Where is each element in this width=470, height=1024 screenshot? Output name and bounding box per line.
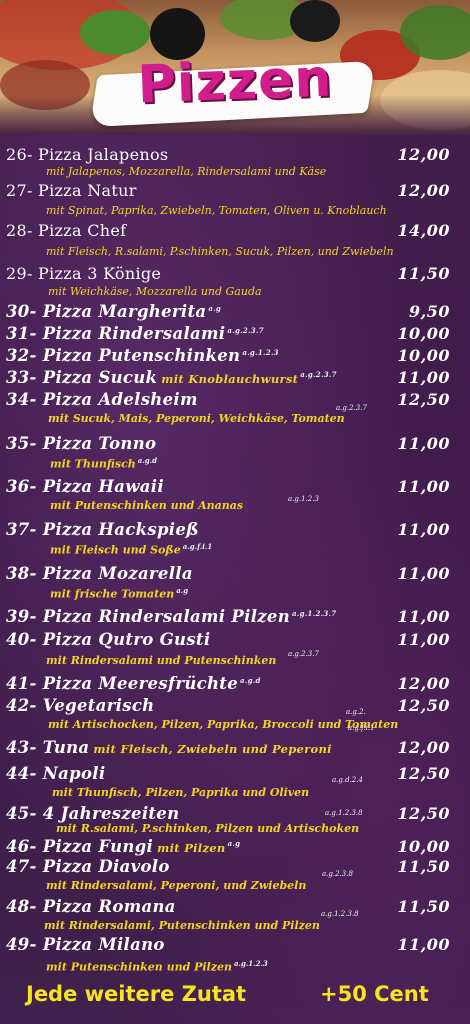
additive-code: a.g.2.3.8 [322,870,353,878]
menu-item-name: 49- Pizza Milano [6,935,165,954]
additive-code: a.g.d [240,675,261,685]
menu-item-description: mit Sucuk, Mais, Peperoni, Weichkäse, To… [48,412,345,425]
menu-item-description: mit Thunfisch a.g.d [50,456,157,471]
menu-item-price: 12,50 [397,390,450,409]
pizza-header-image: Pizzen [0,0,470,135]
menu-item-price: 11,00 [397,564,450,583]
menu-item-description: mit Artischocken, Pilzen, Paprika, Brocc… [48,718,399,731]
extra-topping-label: Jede weitere Zutat [26,982,247,1006]
menu-item-name: 27- Pizza Natur [6,181,137,200]
menu-item-description: mit Thunfisch, Pilzen, Paprika und Olive… [52,786,310,799]
menu-item-name: 28- Pizza Chef [6,221,127,240]
menu-item-price: 12,50 [397,804,450,823]
additive-code: a.g.1.2.3.8 [325,809,363,817]
additive-code: a.g.2. [346,708,366,716]
additive-code: a.g.1.2.3 [233,959,268,968]
extra-topping-note: Jede weitere Zutat +50 Cent [0,980,470,1016]
menu-item-name: 30- Pizza Margherita a.g [6,302,222,321]
menu-item-name: 37- Pizza Hackspieß [6,520,199,539]
menu-item-price: 12,50 [397,764,450,783]
menu-item-price: 10,00 [397,324,450,343]
menu-item-price: 11,00 [397,935,450,954]
menu-item-description: mit Fleisch und Soße a.g.f.i.1 [50,542,213,557]
menu-item-inline-description: mit Pilzen [157,841,226,855]
additive-code: a.g.f.i.1 [182,542,213,551]
additive-code: a.g [227,838,241,848]
additive-code: a.g [176,586,189,595]
menu-item-description: mit Jalapenos, Mozzarella, Rindersalami … [46,165,327,178]
menu-item-price: 12,00 [397,674,450,693]
menu-item-name: 48- Pizza Romana [6,897,176,916]
menu-item-name: 26- Pizza Jalapenos [6,145,169,164]
menu-item-price: 12,00 [397,738,450,757]
menu-item-name: 40- Pizza Qutro Gusti [6,630,211,649]
menu-item-price: 10,00 [397,346,450,365]
menu-item-name: 41- Pizza Meeresfrüchte a.g.d [6,674,261,693]
menu-item-name: 44- Napoli [6,764,106,783]
menu-item-price: 10,00 [397,837,450,856]
additive-code: a.g.1.2.3 [242,347,279,357]
menu-item-name: 39- Pizza Rindersalami Pilzen a.g.1.2.3.7 [6,607,337,626]
menu-item-price: 11,00 [397,520,450,539]
menu-item-name: 43- Tuna mit Fleisch, Zwiebeln und Pepero… [6,738,332,757]
menu-item-description: mit Fleisch, R.salami, P.schinken, Sucuk… [46,245,394,258]
menu-item-name: 35- Pizza Tonno [6,434,157,453]
additive-code: a.g.2.3.7 [336,404,367,412]
menu-item-description: mit Rindersalami, Peperoni, und Zwiebeln [46,879,307,892]
menu-item-price: 11,50 [397,264,450,283]
menu-item-name: 34- Pizza Adelsheim [6,390,198,409]
menu-item-name: 47- Pizza Diavolo [6,857,170,876]
menu-item-description: mit Putenschinken und Pilzen a.g.1.2.3 [46,959,268,974]
menu-item-name: 38- Pizza Mozarella [6,564,193,583]
menu-item-price: 11,00 [397,630,450,649]
menu-item-name: 42- Vegetarisch [6,696,155,715]
menu-page: Pizzen 26- Pizza Jalapenos 12,00 mit Jalap… [0,0,470,1024]
additive-code: a.g.1.2.3 [288,495,319,503]
menu-item-description: mit R.salami, P.schinken, Pilzen und Art… [56,822,360,835]
menu-item-description: mit Spinat, Paprika, Zwiebeln, Tomaten, … [46,204,387,217]
menu-item-description: mit Putenschinken und Ananas [50,499,244,512]
extra-topping-price: +50 Cent [320,982,429,1006]
additive-code: a.g.1.2.3.8 [321,910,359,918]
menu-item-name: 32- Pizza Putenschinken a.g.1.2.3 [6,346,279,365]
menu-item-price: 11,00 [397,368,450,387]
menu-item-price: 12,50 [397,696,450,715]
menu-item-price: 11,50 [397,897,450,916]
menu-item-price: 11,00 [397,477,450,496]
additive-code: a.g.d.2.4 [332,776,363,784]
menu-item-price: 12,00 [397,145,450,164]
additive-code: a.g.2.3.7 [288,650,319,658]
menu-item-name: 45- 4 Jahreszeiten [6,804,180,823]
additive-code: a.g.2.3.7 [227,325,264,335]
menu-item-name: 36- Pizza Hawaii [6,477,164,496]
menu-item-name: 46- Pizza Fungi mit Pilzen a.g [6,837,241,856]
menu-item-name: 31- Pizza Rindersalami a.g.2.3.7 [6,324,264,343]
menu-item-price: 14,00 [397,221,450,240]
menu-item-name: 29- Pizza 3 Könige [6,264,162,283]
menu-item-description: mit Weichkäse, Mozzarella und Gauda [48,285,262,298]
menu-item-price: 12,00 [397,181,450,200]
menu-item-price: 11,00 [397,607,450,626]
menu-item-description: mit Rindersalami, Putenschinken und Pilz… [44,919,320,932]
menu-item-price: 11,50 [397,857,450,876]
menu-item-inline-description: mit Fleisch, Zwiebeln und Peperoni [93,742,332,756]
menu-item-description: mit frische Tomaten a.g [50,586,189,601]
menu-item-description: mit Rindersalami und Putenschinken [46,654,277,667]
additive-code: a.g.d [137,456,157,465]
menu-item-name: 33- Pizza Sucuk mit Knoblauchwurst a.g.2.3… [6,368,337,387]
menu-item-price: 11,00 [397,434,450,453]
additive-code: a.g.2.3.7 [300,369,337,379]
additive-code: a.g.f.i.1 [348,724,375,732]
menu-item-inline-description: mit Knoblauchwurst [161,372,299,386]
additive-code: a.g.1.2.3.7 [292,608,337,618]
menu-item-price: 9,50 [409,302,450,321]
additive-code: a.g [208,303,222,313]
